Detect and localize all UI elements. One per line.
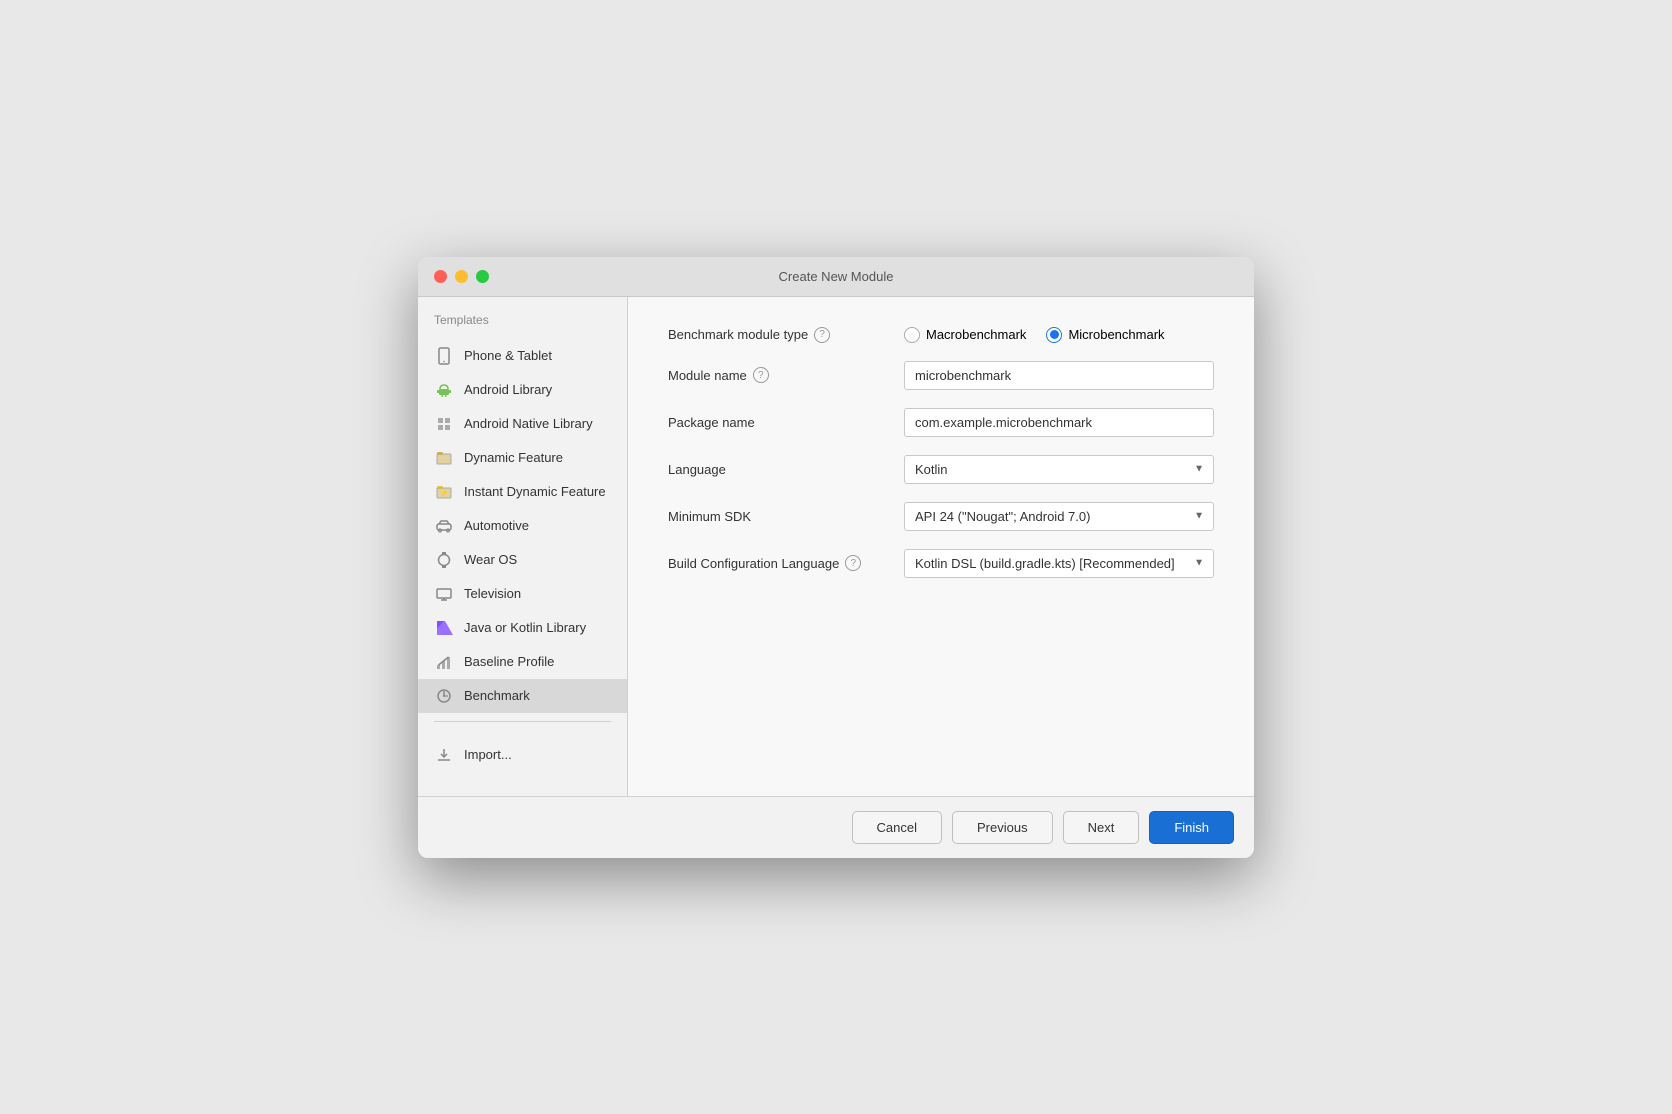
benchmark-module-type-label: Benchmark module type ? xyxy=(668,327,888,343)
television-icon xyxy=(434,584,454,604)
macrobenchmark-option[interactable]: Macrobenchmark xyxy=(904,327,1026,343)
sidebar-item-label: Benchmark xyxy=(464,688,530,703)
language-control: Kotlin Java ▼ xyxy=(904,455,1214,484)
module-name-control xyxy=(904,361,1214,390)
previous-button[interactable]: Previous xyxy=(952,811,1053,844)
android-library-icon xyxy=(434,380,454,400)
wear-os-icon xyxy=(434,550,454,570)
macrobenchmark-radio[interactable] xyxy=(904,327,920,343)
sidebar: Templates Phone & Tablet xyxy=(418,297,628,796)
minimum-sdk-control: API 24 ("Nougat"; Android 7.0) API 21 ("… xyxy=(904,502,1214,531)
sidebar-item-label: Television xyxy=(464,586,521,601)
maximize-button[interactable] xyxy=(476,270,489,283)
create-module-dialog: Create New Module Templates Phone & Tabl… xyxy=(418,257,1254,858)
benchmark-type-help-icon[interactable]: ? xyxy=(814,327,830,343)
window-controls xyxy=(434,270,489,283)
minimum-sdk-label: Minimum SDK xyxy=(668,509,888,524)
build-config-select[interactable]: Kotlin DSL (build.gradle.kts) [Recommend… xyxy=(904,549,1214,578)
next-button[interactable]: Next xyxy=(1063,811,1140,844)
build-config-help-icon[interactable]: ? xyxy=(845,555,861,571)
sidebar-item-label: Automotive xyxy=(464,518,529,533)
sidebar-item-label: Android Native Library xyxy=(464,416,593,431)
sidebar-item-label: Android Library xyxy=(464,382,552,397)
dynamic-feature-icon xyxy=(434,448,454,468)
module-name-row: Module name ? xyxy=(668,361,1214,390)
benchmark-module-type-row: Benchmark module type ? Macrobenchmark M… xyxy=(668,327,1214,343)
minimum-sdk-select[interactable]: API 24 ("Nougat"; Android 7.0) API 21 ("… xyxy=(904,502,1214,531)
sidebar-item-benchmark[interactable]: Benchmark xyxy=(418,679,627,713)
sidebar-item-dynamic-feature[interactable]: Dynamic Feature xyxy=(418,441,627,475)
sidebar-item-label: Dynamic Feature xyxy=(464,450,563,465)
import-icon xyxy=(434,745,454,765)
phone-tablet-icon xyxy=(434,346,454,366)
benchmark-icon xyxy=(434,686,454,706)
benchmark-type-radio-group: Macrobenchmark Microbenchmark xyxy=(904,327,1214,343)
sidebar-item-android-native-library[interactable]: Android Native Library xyxy=(418,407,627,441)
baseline-profile-icon xyxy=(434,652,454,672)
automotive-icon xyxy=(434,516,454,536)
sidebar-item-label: Wear OS xyxy=(464,552,517,567)
dialog-title: Create New Module xyxy=(779,269,894,284)
sidebar-item-automotive[interactable]: Automotive xyxy=(418,509,627,543)
cancel-button[interactable]: Cancel xyxy=(852,811,942,844)
sidebar-item-java-kotlin-library[interactable]: Java or Kotlin Library xyxy=(418,611,627,645)
build-config-control: Kotlin DSL (build.gradle.kts) [Recommend… xyxy=(904,549,1214,578)
package-name-control xyxy=(904,408,1214,437)
language-label: Language xyxy=(668,462,888,477)
form-content: Benchmark module type ? Macrobenchmark M… xyxy=(628,297,1254,796)
sidebar-item-television[interactable]: Television xyxy=(418,577,627,611)
microbenchmark-option[interactable]: Microbenchmark xyxy=(1046,327,1164,343)
sidebar-item-baseline-profile[interactable]: Baseline Profile xyxy=(418,645,627,679)
sidebar-item-label: Phone & Tablet xyxy=(464,348,552,363)
titlebar: Create New Module xyxy=(418,257,1254,297)
sidebar-item-wear-os[interactable]: Wear OS xyxy=(418,543,627,577)
sidebar-item-label: Import... xyxy=(464,747,512,762)
sidebar-bottom: Import... xyxy=(418,730,627,780)
microbenchmark-radio[interactable] xyxy=(1046,327,1062,343)
build-config-label: Build Configuration Language ? xyxy=(668,555,888,571)
sidebar-item-phone-tablet[interactable]: Phone & Tablet xyxy=(418,339,627,373)
build-config-row: Build Configuration Language ? Kotlin DS… xyxy=(668,549,1214,578)
instant-dynamic-icon: ⚡ xyxy=(434,482,454,502)
sidebar-divider xyxy=(434,721,611,722)
language-select[interactable]: Kotlin Java xyxy=(904,455,1214,484)
sidebar-item-android-library[interactable]: Android Library xyxy=(418,373,627,407)
finish-button[interactable]: Finish xyxy=(1149,811,1234,844)
language-row: Language Kotlin Java ▼ xyxy=(668,455,1214,484)
package-name-row: Package name xyxy=(668,408,1214,437)
sidebar-item-instant-dynamic-feature[interactable]: ⚡ Instant Dynamic Feature xyxy=(418,475,627,509)
module-name-label: Module name ? xyxy=(668,367,888,383)
minimize-button[interactable] xyxy=(455,270,468,283)
sidebar-item-label: Baseline Profile xyxy=(464,654,554,669)
package-name-input[interactable] xyxy=(904,408,1214,437)
module-name-help-icon[interactable]: ? xyxy=(753,367,769,383)
sidebar-item-label: Java or Kotlin Library xyxy=(464,620,586,635)
svg-text:⚡: ⚡ xyxy=(440,488,449,497)
sidebar-label: Templates xyxy=(418,313,627,339)
dialog-footer: Cancel Previous Next Finish xyxy=(418,796,1254,858)
sidebar-item-label: Instant Dynamic Feature xyxy=(464,484,606,499)
close-button[interactable] xyxy=(434,270,447,283)
package-name-label: Package name xyxy=(668,415,888,430)
sidebar-item-import[interactable]: Import... xyxy=(418,738,627,772)
module-name-input[interactable] xyxy=(904,361,1214,390)
android-native-icon xyxy=(434,414,454,434)
dialog-body: Templates Phone & Tablet xyxy=(418,297,1254,796)
kotlin-icon xyxy=(434,618,454,638)
sidebar-items: Phone & Tablet xyxy=(418,339,627,713)
minimum-sdk-row: Minimum SDK API 24 ("Nougat"; Android 7.… xyxy=(668,502,1214,531)
